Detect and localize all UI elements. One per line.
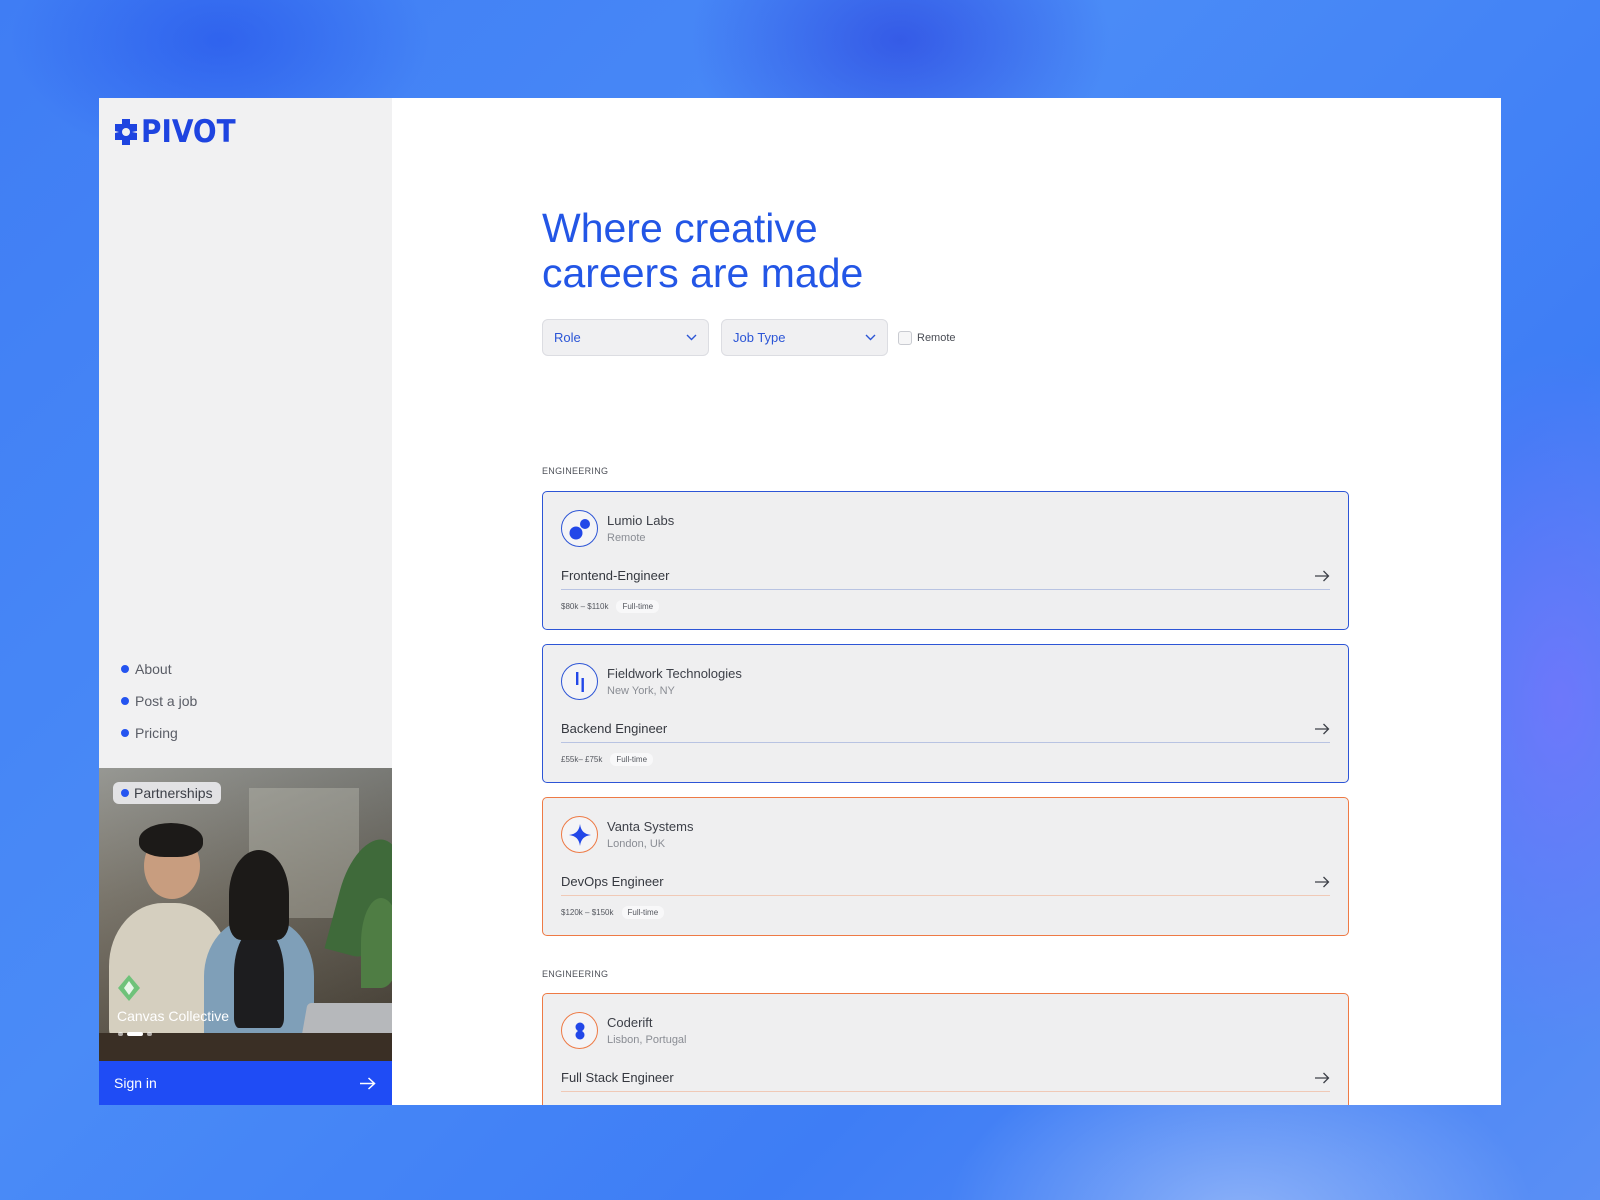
promo-photo-person bbox=[229, 850, 289, 940]
job-location: Remote bbox=[607, 532, 646, 544]
arrow-right-icon[interactable] bbox=[1314, 723, 1330, 735]
chevron-down-icon bbox=[686, 334, 697, 341]
company-name: Fieldwork Technologies bbox=[607, 666, 742, 681]
bullet-dot-icon bbox=[121, 789, 129, 797]
brand-name: PIVOT bbox=[141, 114, 236, 150]
two-dots-icon bbox=[569, 518, 590, 539]
sidebar-nav: About Post a job Pricing bbox=[121, 658, 197, 744]
section-label: ENGINEERING bbox=[542, 969, 609, 979]
promo-badge-label: Partnerships bbox=[134, 785, 213, 801]
job-location: London, UK bbox=[607, 838, 666, 850]
promo-photo-plant bbox=[361, 898, 392, 988]
promo-badge: Partnerships bbox=[113, 782, 221, 804]
role-dropdown[interactable]: Role bbox=[542, 319, 709, 356]
nav-item-label: Post a job bbox=[135, 693, 198, 709]
arrow-right-icon[interactable] bbox=[1314, 570, 1330, 582]
job-title: Full Stack Engineer bbox=[561, 1070, 674, 1085]
main-content: Where creative careers are made Role Job… bbox=[392, 98, 1501, 1105]
company-logo bbox=[561, 510, 598, 547]
chevron-down-icon bbox=[865, 334, 876, 341]
arrow-right-icon bbox=[360, 1076, 376, 1090]
job-type-tag: Full-time bbox=[610, 753, 654, 766]
company-logo bbox=[561, 663, 598, 700]
carousel-dot-active[interactable] bbox=[127, 1032, 143, 1036]
job-location: Lisbon, Portugal bbox=[607, 1034, 687, 1046]
company-logo bbox=[561, 1012, 598, 1049]
job-card[interactable]: Coderift Lisbon, Portugal Full Stack Eng… bbox=[542, 993, 1349, 1105]
remote-checkbox[interactable] bbox=[898, 330, 912, 345]
nav-item-label: Pricing bbox=[135, 725, 178, 741]
arrow-right-icon[interactable] bbox=[1314, 876, 1330, 888]
stacked-dots-icon bbox=[575, 1022, 584, 1039]
job-type-dropdown[interactable]: Job Type bbox=[721, 319, 888, 356]
job-tags: $80k – $110k Full-time bbox=[561, 600, 660, 613]
salary-tag: £55k– £75k bbox=[561, 755, 603, 764]
job-filters: Role Job Type Remote bbox=[542, 319, 956, 356]
remote-filter[interactable]: Remote bbox=[898, 330, 956, 345]
nav-item-pricing[interactable]: Pricing bbox=[121, 722, 197, 744]
carousel-dot[interactable] bbox=[118, 1032, 123, 1036]
carousel-dot[interactable] bbox=[147, 1032, 152, 1036]
promo-title: Canvas Collective bbox=[117, 1008, 230, 1024]
job-title: Frontend-Engineer bbox=[561, 568, 670, 583]
salary-tag: $120k – $150k bbox=[561, 908, 614, 917]
divider bbox=[561, 742, 1330, 743]
job-tags: £55k– £75k Full-time bbox=[561, 753, 654, 766]
bullet-dot-icon bbox=[121, 697, 129, 705]
app-window: PIVOT About Post a job Pricing Partnersh… bbox=[99, 98, 1501, 1105]
divider bbox=[561, 895, 1330, 896]
job-type-tag: Full-time bbox=[616, 600, 660, 613]
company-name: Coderift bbox=[607, 1015, 653, 1030]
divider bbox=[561, 589, 1330, 590]
promo-photo-person bbox=[234, 928, 284, 1028]
sign-in-label: Sign in bbox=[114, 1075, 157, 1091]
job-title: DevOps Engineer bbox=[561, 874, 664, 889]
salary-tag: $80k – $110k bbox=[561, 602, 609, 611]
remote-checkbox-label: Remote bbox=[917, 331, 956, 344]
promo-photo-person bbox=[139, 823, 203, 857]
company-logo bbox=[561, 816, 598, 853]
bullet-dot-icon bbox=[121, 729, 129, 737]
arrow-right-icon[interactable] bbox=[1314, 1072, 1330, 1084]
hero-headline-line: careers are made bbox=[542, 250, 864, 296]
company-name: Lumio Labs bbox=[607, 513, 675, 528]
brand-mark-icon bbox=[115, 119, 137, 145]
role-dropdown-value: Role bbox=[554, 330, 581, 345]
job-tags: $120k – $150k Full-time bbox=[561, 906, 665, 919]
canvas-collective-logo-icon bbox=[118, 975, 140, 1001]
job-location: New York, NY bbox=[607, 685, 675, 697]
job-title: Backend Engineer bbox=[561, 721, 668, 736]
bullet-dot-icon bbox=[121, 665, 129, 673]
nav-item-label: About bbox=[135, 661, 172, 677]
nav-item-about[interactable]: About bbox=[121, 658, 197, 680]
sparkle-icon bbox=[568, 823, 591, 846]
job-type-tag: Full-time bbox=[621, 906, 665, 919]
divider bbox=[561, 1091, 1330, 1092]
job-type-dropdown-value: Job Type bbox=[733, 330, 786, 345]
section-label: ENGINEERING bbox=[542, 466, 609, 476]
hero-headline: Where creative careers are made bbox=[542, 206, 962, 296]
job-card[interactable]: Lumio Labs Remote Frontend-Engineer $80k… bbox=[542, 491, 1349, 630]
company-name: Vanta Systems bbox=[607, 819, 694, 834]
sidebar: PIVOT About Post a job Pricing Partnersh… bbox=[99, 98, 392, 1105]
nav-item-post-a-job[interactable]: Post a job bbox=[121, 690, 197, 712]
bars-icon bbox=[575, 671, 584, 692]
brand-logo[interactable]: PIVOT bbox=[113, 114, 246, 150]
sign-in-button[interactable]: Sign in bbox=[99, 1061, 392, 1105]
promo-photo-table bbox=[99, 1033, 392, 1061]
hero-headline-line: Where creative bbox=[542, 205, 818, 251]
partnerships-promo-card[interactable]: Partnerships Canvas Collective bbox=[99, 768, 392, 1061]
job-card[interactable]: Vanta Systems London, UK DevOps Engineer… bbox=[542, 797, 1349, 936]
job-card[interactable]: Fieldwork Technologies New York, NY Back… bbox=[542, 644, 1349, 783]
carousel-indicators bbox=[118, 1032, 152, 1036]
